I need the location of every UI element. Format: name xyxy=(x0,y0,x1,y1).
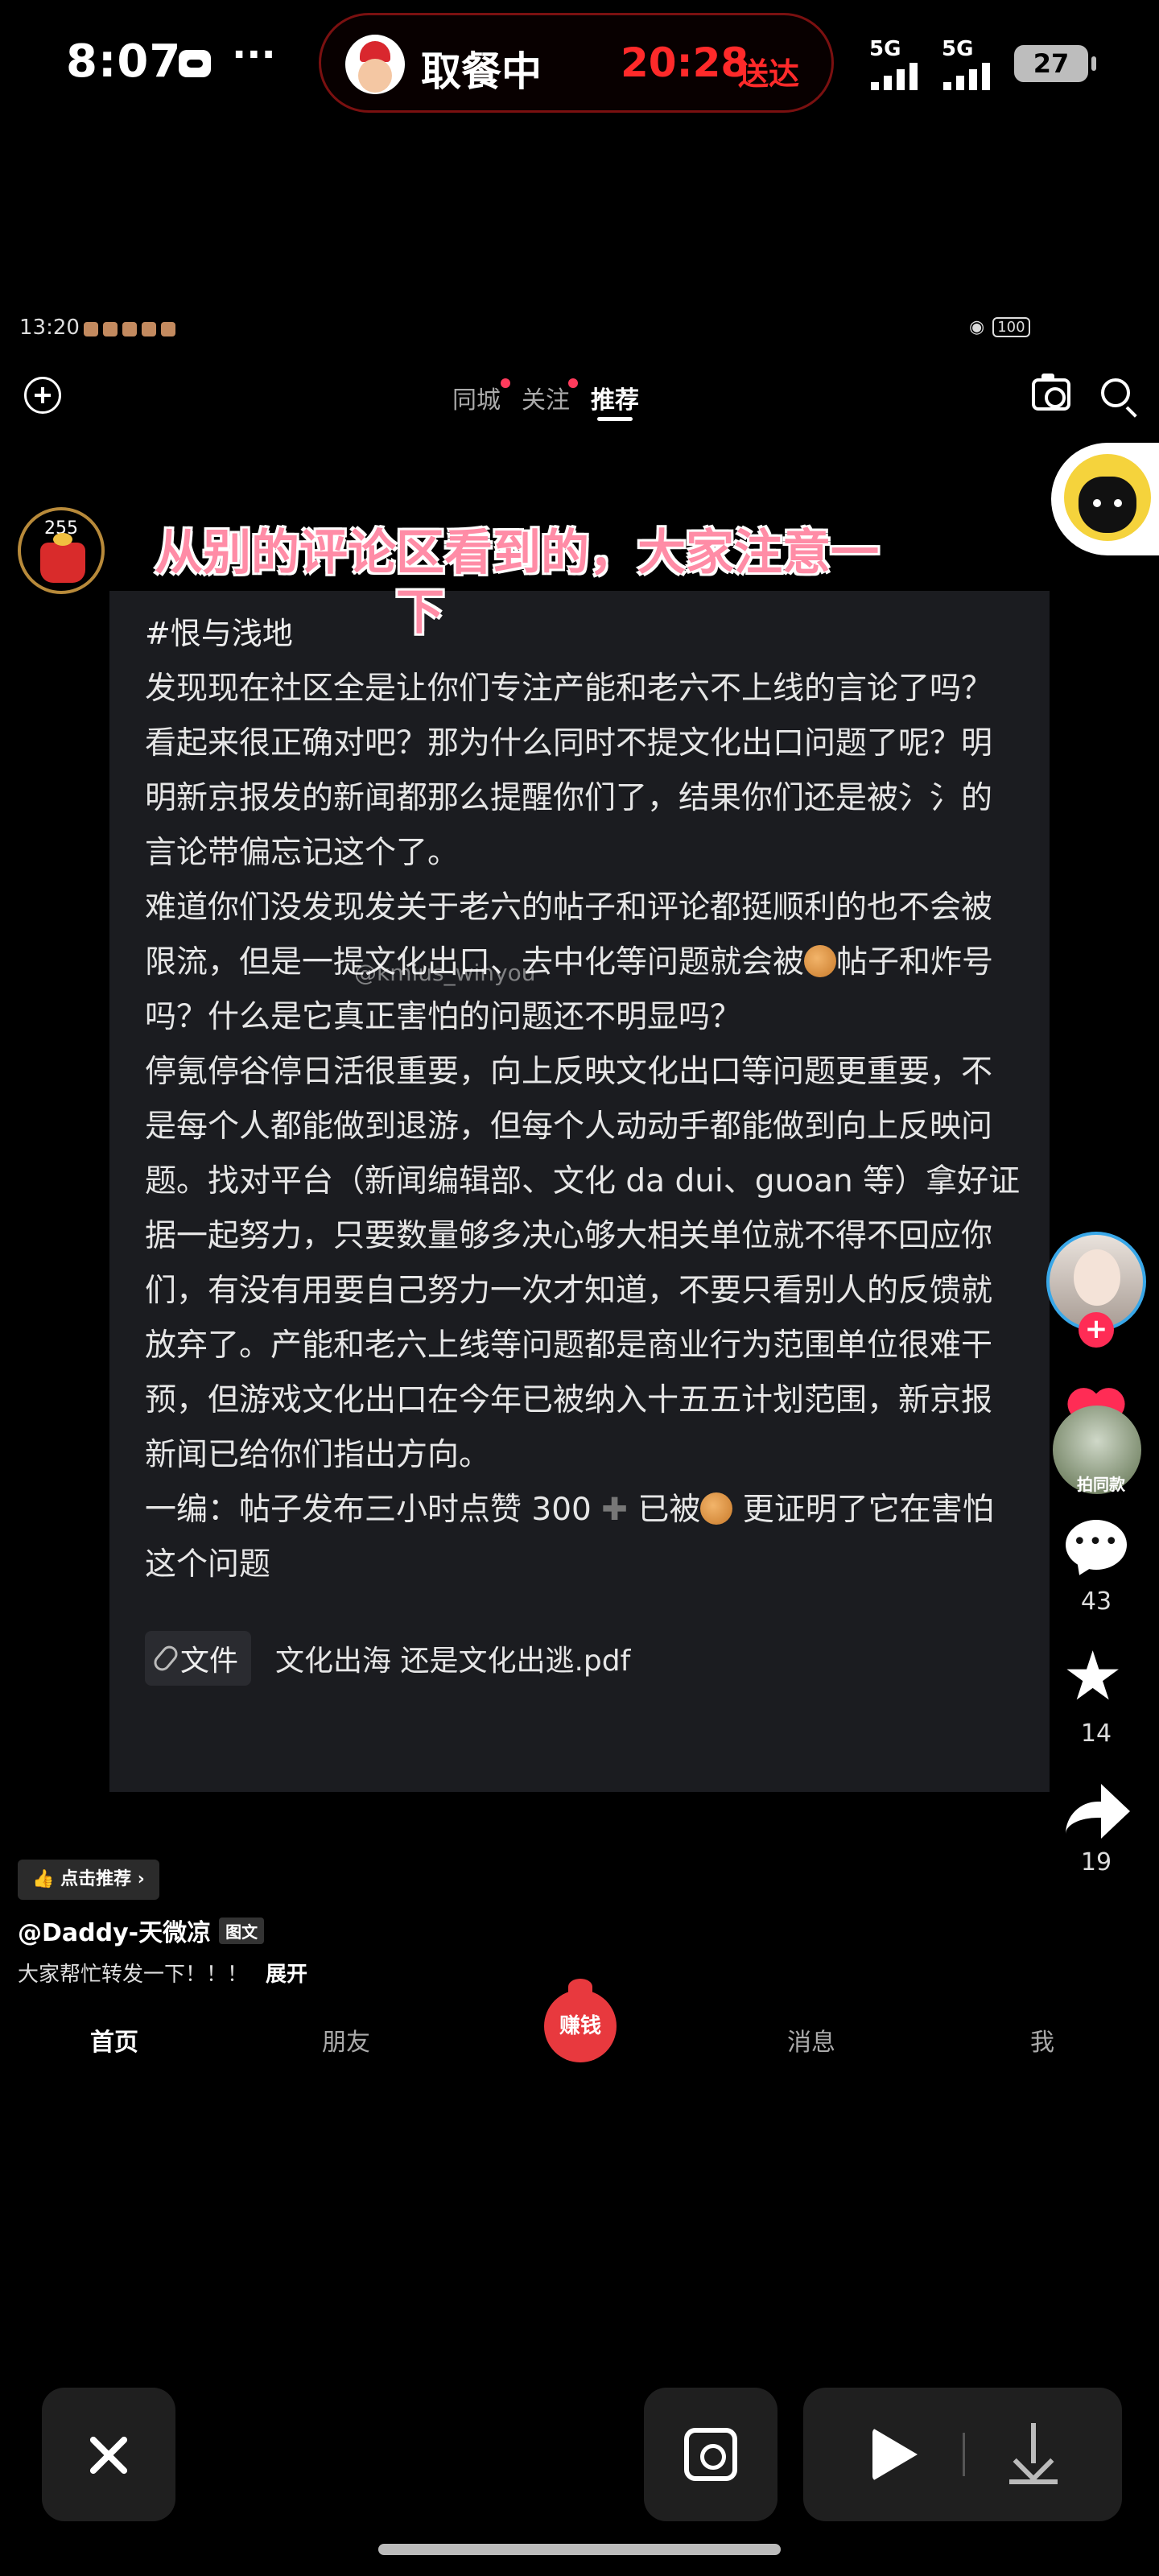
outer-clock: 8:07 xyxy=(66,35,182,88)
inner-battery: 100 xyxy=(992,317,1030,337)
follow-plus-icon[interactable]: + xyxy=(1079,1312,1114,1348)
overlay-title-line2: 下 xyxy=(396,584,444,641)
overlay-title: 从别的评论区看到的，大家注意一 下 xyxy=(155,523,927,642)
tab-following-dot xyxy=(568,378,578,388)
reward-badge[interactable]: 255 xyxy=(18,507,105,594)
close-button[interactable] xyxy=(42,2388,175,2521)
delivery-eta-suffix: 送达 xyxy=(738,56,800,92)
inner-notification-icons xyxy=(84,322,175,336)
post-paragraph: 一编：帖子发布三小时点赞 300 ✚ 已被 更证明了它在害怕这个问题 xyxy=(145,1492,994,1583)
comment-icon xyxy=(1066,1520,1127,1570)
favorite-count: 14 xyxy=(1080,1719,1112,1748)
active-tab-indicator xyxy=(597,417,633,421)
recommend-chip[interactable]: 👍 点击推荐 › xyxy=(18,1860,159,1900)
post-caption: 大家帮忙转发一下！！！ 展开 xyxy=(18,1963,308,1987)
image-watermark: @kmius_winyou xyxy=(354,960,536,986)
delivery-avatar-icon xyxy=(345,35,405,94)
red-pouch-icon xyxy=(40,533,85,583)
paperclip-icon xyxy=(151,1642,181,1674)
expand-link[interactable]: 展开 xyxy=(266,1963,307,1987)
file-label: 文件 xyxy=(145,1631,252,1686)
scan-icon xyxy=(684,2428,737,2481)
floating-widget[interactable] xyxy=(1051,443,1159,555)
inner-clock: 13:20 xyxy=(19,316,80,340)
author-name[interactable]: @Daddy-天微凉 图文 xyxy=(18,1913,265,1948)
search-icon[interactable] xyxy=(1101,378,1130,407)
tab-recommended[interactable]: 推荐 xyxy=(591,380,639,415)
delivery-eta-time: 20:28 xyxy=(621,39,749,86)
video-feed-screen: 13:20 ◉ 100 同城 关注 推荐 255 从别的评论区看到的，大家注意一… xyxy=(0,306,1159,2077)
battery-indicator: 27 xyxy=(1014,45,1096,82)
nav-friends[interactable]: 朋友 xyxy=(322,2022,370,2058)
overlay-title-line1: 从别的评论区看到的，大家注意一 xyxy=(155,525,879,581)
favorite-button[interactable]: ★ 14 xyxy=(1038,1637,1154,1748)
thumbs-up-icon: 👍 xyxy=(32,1869,55,1889)
outer-status-bar: 8:07 ··· 取餐中 20:28 送达 5G 5G 27 xyxy=(0,0,1159,129)
post-body: 发现现在社区全是让你们专注产能和老六不上线的言论了吗？看起来很正确对吧？那为什么… xyxy=(145,662,1022,1592)
add-icon[interactable] xyxy=(24,377,61,414)
play-icon[interactable] xyxy=(872,2428,918,2481)
nav-me[interactable]: 我 xyxy=(1030,2022,1054,2058)
media-controls xyxy=(803,2388,1122,2521)
attached-file[interactable]: 文件 文化出海 还是文化出逃.pdf xyxy=(145,1631,630,1686)
delivery-status: 取餐中 xyxy=(421,48,542,95)
dynamic-island-delivery[interactable]: 取餐中 20:28 送达 xyxy=(319,13,834,113)
post-paragraph: 难道你们没发现发关于老六的帖子和评论都挺顺利的也不会被限流，但是一提文化出口、去… xyxy=(145,890,994,1035)
top-navigation: 同城 关注 推荐 xyxy=(0,362,1159,435)
post-paragraph: 停氪停谷停日活很重要，向上反映文化出口等问题更重要，不是每个人都能做到退游，但每… xyxy=(145,1054,1021,1473)
more-notifications-icon: ··· xyxy=(232,32,276,77)
earn-money-button[interactable]: 赚钱 xyxy=(544,1979,617,2062)
nav-home[interactable]: 首页 xyxy=(90,2022,138,2058)
star-icon: ★ xyxy=(1062,1637,1124,1715)
wifi-icon: ◉ xyxy=(969,317,985,337)
post-paragraph: 发现现在社区全是让你们专注产能和老六不上线的言论了吗？看起来很正确对吧？那为什么… xyxy=(145,671,993,871)
tab-local-dot xyxy=(501,378,510,388)
notification-app-icon xyxy=(179,50,211,77)
share-icon xyxy=(1066,1784,1130,1839)
same-style-label: 拍同款 xyxy=(1077,1475,1125,1494)
peach-emoji-icon xyxy=(804,945,837,977)
comment-count: 43 xyxy=(1080,1587,1112,1616)
scan-button[interactable] xyxy=(644,2388,777,2521)
post-image-card[interactable]: #恨与浅地 发现现在社区全是让你们专注产能和老六不上线的言论了吗？看起来很正确对… xyxy=(109,591,1050,1792)
camera-icon[interactable] xyxy=(1032,374,1070,411)
black-cat-icon xyxy=(1064,454,1151,541)
share-button[interactable]: 19 xyxy=(1038,1784,1154,1880)
inner-system-icons: ◉ 100 xyxy=(969,317,1030,337)
download-icon[interactable] xyxy=(1009,2423,1058,2484)
peach-emoji-icon xyxy=(700,1492,733,1525)
post-type-badge: 图文 xyxy=(219,1918,265,1944)
home-indicator[interactable] xyxy=(378,2544,781,2555)
tab-following[interactable]: 关注 xyxy=(522,380,570,415)
file-name: 文化出海 还是文化出逃.pdf xyxy=(275,1645,631,1678)
tab-local[interactable]: 同城 xyxy=(452,380,501,415)
comment-button[interactable]: 43 xyxy=(1038,1520,1154,1616)
share-count: 19 xyxy=(1080,1848,1112,1876)
nav-messages[interactable]: 消息 xyxy=(787,2022,835,2058)
divider xyxy=(963,2433,965,2476)
inner-status-bar: 13:20 ◉ 100 xyxy=(0,306,1159,354)
plus-emoji-icon: ✚ xyxy=(601,1492,628,1528)
